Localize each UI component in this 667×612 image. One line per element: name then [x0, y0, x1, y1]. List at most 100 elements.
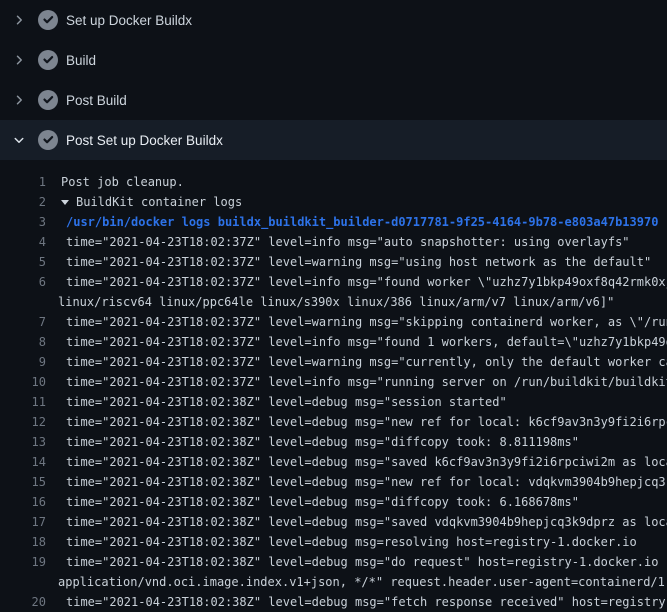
workflow-step-row-3[interactable]: Post Set up Docker Buildx [0, 120, 667, 160]
log-line-text: time="2021-04-23T18:02:37Z" level=warnin… [66, 315, 667, 329]
log-line-number[interactable]: 2 [0, 192, 46, 212]
log-line-number[interactable] [0, 292, 46, 312]
log-line-content: time="2021-04-23T18:02:37Z" level=warnin… [46, 252, 651, 272]
log-line: 5 time="2021-04-23T18:02:37Z" level=warn… [0, 252, 667, 272]
log-line-content: time="2021-04-23T18:02:38Z" level=debug … [46, 472, 667, 492]
log-line-number[interactable]: 4 [0, 232, 46, 252]
log-line-content: time="2021-04-23T18:02:37Z" level=warnin… [46, 352, 667, 372]
log-line: 18 time="2021-04-23T18:02:38Z" level=deb… [0, 532, 667, 552]
log-line-text: time="2021-04-23T18:02:38Z" level=debug … [66, 435, 579, 449]
log-line-text: time="2021-04-23T18:02:38Z" level=debug … [66, 535, 637, 549]
log-line-content: BuildKit container logs [46, 192, 242, 212]
log-area: 1 Post job cleanup. 2 BuildKit container… [0, 160, 667, 612]
log-line-text: linux/riscv64 linux/ppc64le linux/s390x … [58, 295, 614, 309]
log-line-number[interactable]: 18 [0, 532, 46, 552]
log-line-number[interactable]: 10 [0, 372, 46, 392]
log-line: 1 Post job cleanup. [0, 172, 667, 192]
log-line-text: time="2021-04-23T18:02:37Z" level=warnin… [66, 255, 651, 269]
log-line-text: time="2021-04-23T18:02:37Z" level=info m… [66, 375, 667, 389]
log-line: 6 time="2021-04-23T18:02:37Z" level=info… [0, 272, 667, 292]
log-line-number[interactable]: 9 [0, 352, 46, 372]
log-line: 10 time="2021-04-23T18:02:37Z" level=inf… [0, 372, 667, 392]
log-line-content: time="2021-04-23T18:02:38Z" level=debug … [46, 452, 667, 472]
log-line-text: time="2021-04-23T18:02:38Z" level=debug … [66, 455, 667, 469]
log-line-number[interactable]: 5 [0, 252, 46, 272]
check-circle-icon [38, 130, 58, 150]
log-line: application/vnd.oci.image.index.v1+json,… [0, 572, 667, 592]
log-line: 19 time="2021-04-23T18:02:38Z" level=deb… [0, 552, 667, 572]
workflow-steps-list: Set up Docker Buildx Build Post Build [0, 0, 667, 160]
log-line: 16 time="2021-04-23T18:02:38Z" level=deb… [0, 492, 667, 512]
log-line: linux/riscv64 linux/ppc64le linux/s390x … [0, 292, 667, 312]
log-line-text: time="2021-04-23T18:02:37Z" level=warnin… [66, 355, 667, 369]
log-line-number[interactable] [0, 572, 46, 592]
log-line-number[interactable]: 19 [0, 552, 46, 572]
log-line-text: Post job cleanup. [61, 175, 184, 189]
workflow-step-row-2[interactable]: Post Build [0, 80, 667, 120]
log-line-content: /usr/bin/docker logs buildx_buildkit_bui… [46, 212, 658, 232]
log-line-content: time="2021-04-23T18:02:38Z" level=debug … [46, 432, 579, 452]
log-line-text: time="2021-04-23T18:02:38Z" level=debug … [66, 415, 667, 429]
log-line-content: linux/riscv64 linux/ppc64le linux/s390x … [46, 292, 614, 312]
log-line-number[interactable]: 14 [0, 452, 46, 472]
log-line-number[interactable]: 6 [0, 272, 46, 292]
log-line-content: time="2021-04-23T18:02:38Z" level=debug … [46, 492, 579, 512]
log-line-content: time="2021-04-23T18:02:38Z" level=debug … [46, 392, 507, 412]
step-label: Set up Docker Buildx [66, 13, 192, 28]
log-line-number[interactable]: 1 [0, 172, 46, 192]
chevron-right-icon [12, 14, 26, 26]
chevron-right-icon [12, 94, 26, 106]
log-line-content: time="2021-04-23T18:02:38Z" level=debug … [46, 592, 667, 612]
log-line-content: time="2021-04-23T18:02:37Z" level=info m… [46, 272, 667, 292]
log-line: 3 /usr/bin/docker logs buildx_buildkit_b… [0, 212, 667, 232]
log-line-content: application/vnd.oci.image.index.v1+json,… [46, 572, 667, 592]
log-line: 20 time="2021-04-23T18:02:38Z" level=deb… [0, 592, 667, 612]
log-line-number[interactable]: 8 [0, 332, 46, 352]
log-line: 12 time="2021-04-23T18:02:38Z" level=deb… [0, 412, 667, 432]
log-line: 14 time="2021-04-23T18:02:38Z" level=deb… [0, 452, 667, 472]
step-label: Post Build [66, 93, 127, 108]
log-line: 7 time="2021-04-23T18:02:37Z" level=warn… [0, 312, 667, 332]
workflow-step-row-1[interactable]: Build [0, 40, 667, 80]
log-line-text: application/vnd.oci.image.index.v1+json,… [58, 575, 667, 589]
log-line-content: time="2021-04-23T18:02:38Z" level=debug … [46, 412, 667, 432]
step-label: Build [66, 53, 96, 68]
log-line-number[interactable]: 20 [0, 592, 46, 612]
log-line-text: /usr/bin/docker logs buildx_buildkit_bui… [66, 215, 658, 229]
log-line-text: time="2021-04-23T18:02:37Z" level=info m… [66, 335, 667, 349]
check-circle-icon [38, 90, 58, 110]
group-toggle-triangle-icon[interactable] [61, 200, 69, 205]
log-line-text: time="2021-04-23T18:02:38Z" level=debug … [66, 395, 507, 409]
log-line: 17 time="2021-04-23T18:02:38Z" level=deb… [0, 512, 667, 532]
log-line: 4 time="2021-04-23T18:02:37Z" level=info… [0, 232, 667, 252]
log-line: 2 BuildKit container logs [0, 192, 667, 212]
workflow-step-row-0[interactable]: Set up Docker Buildx [0, 0, 667, 40]
log-line: 11 time="2021-04-23T18:02:38Z" level=deb… [0, 392, 667, 412]
step-label: Post Set up Docker Buildx [66, 133, 223, 148]
log-line-text: time="2021-04-23T18:02:38Z" level=debug … [66, 515, 667, 529]
log-line-content: time="2021-04-23T18:02:37Z" level=info m… [46, 332, 667, 352]
log-line: 15 time="2021-04-23T18:02:38Z" level=deb… [0, 472, 667, 492]
chevron-right-icon [12, 54, 26, 66]
log-line-text: BuildKit container logs [76, 195, 242, 209]
log-line: 13 time="2021-04-23T18:02:38Z" level=deb… [0, 432, 667, 452]
log-line-text: time="2021-04-23T18:02:38Z" level=debug … [66, 475, 667, 489]
check-circle-icon [38, 50, 58, 70]
log-line-number[interactable]: 16 [0, 492, 46, 512]
log-line-number[interactable]: 3 [0, 212, 46, 232]
log-line-number[interactable]: 13 [0, 432, 46, 452]
log-line-number[interactable]: 17 [0, 512, 46, 532]
log-line-text: time="2021-04-23T18:02:38Z" level=debug … [66, 595, 667, 609]
log-line-number[interactable]: 15 [0, 472, 46, 492]
log-line: 9 time="2021-04-23T18:02:37Z" level=warn… [0, 352, 667, 372]
log-line-content: Post job cleanup. [46, 172, 184, 192]
log-line-text: time="2021-04-23T18:02:38Z" level=debug … [66, 555, 667, 569]
log-line-number[interactable]: 12 [0, 412, 46, 432]
log-line-content: time="2021-04-23T18:02:37Z" level=info m… [46, 372, 667, 392]
log-line-number[interactable]: 11 [0, 392, 46, 412]
log-line-content: time="2021-04-23T18:02:37Z" level=warnin… [46, 312, 667, 332]
log-line-content: time="2021-04-23T18:02:38Z" level=debug … [46, 552, 667, 572]
log-line-number[interactable]: 7 [0, 312, 46, 332]
chevron-down-icon [12, 134, 26, 146]
check-circle-icon [38, 10, 58, 30]
